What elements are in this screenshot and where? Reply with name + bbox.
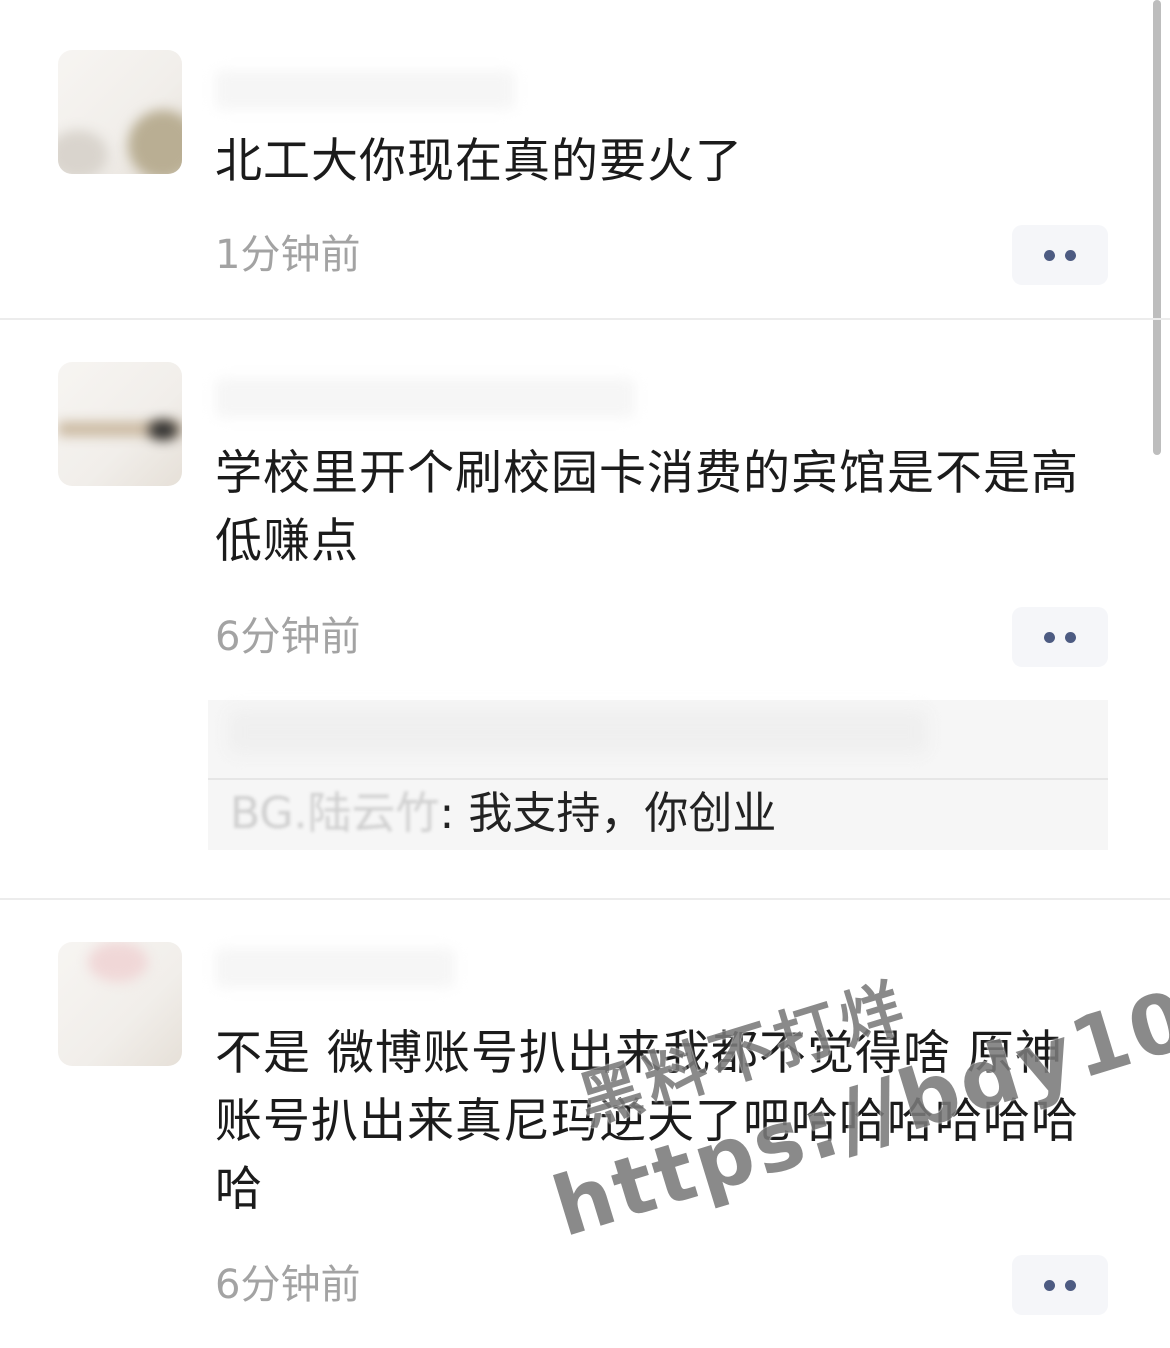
more-dots-icon [1044, 1279, 1055, 1291]
more-dots-icon [1065, 249, 1076, 261]
reply-box[interactable]: BG.陆云竹: 我支持，你创业 [208, 700, 1108, 850]
more-dots-icon [1044, 249, 1055, 261]
username-blurred[interactable] [215, 378, 635, 418]
reply-blurred-text [228, 710, 928, 754]
comment-time: 1分钟前 [215, 232, 361, 278]
more-button[interactable] [1012, 607, 1108, 667]
more-dots-icon [1044, 631, 1055, 643]
comment-time: 6分钟前 [215, 614, 361, 660]
comment-item: 北工大你现在真的要火了 1分钟前 [0, 0, 1170, 318]
avatar[interactable] [58, 942, 182, 1066]
reply-line: BG.陆云竹: 我支持，你创业 [230, 786, 776, 842]
comment-time: 6分钟前 [215, 1262, 361, 1308]
comment-text: 学校里开个刷校园卡消费的宾馆是不是高低赚点 [215, 446, 1079, 569]
comment-text: 北工大你现在真的要火了 [215, 134, 743, 189]
reply-divider [208, 778, 1108, 780]
reply-author[interactable]: BG.陆云竹 [230, 788, 440, 839]
more-dots-icon [1065, 1279, 1076, 1291]
username-blurred[interactable] [215, 70, 515, 110]
reply-text: 我支持，你创业 [468, 788, 777, 839]
avatar[interactable] [58, 50, 182, 174]
comment-item: 不是 微博账号扒出来我都不觉得啥 原神账号扒出来真尼玛逆天了吧哈哈哈哈哈哈哈 6… [0, 900, 1170, 1348]
more-button[interactable] [1012, 225, 1108, 285]
username-blurred[interactable] [215, 948, 455, 988]
reply-separator: : [439, 788, 455, 839]
comment-item: 学校里开个刷校园卡消费的宾馆是不是高低赚点 6分钟前 BG.陆云竹: 我支持，你… [0, 320, 1170, 898]
more-button[interactable] [1012, 1255, 1108, 1315]
avatar[interactable] [58, 362, 182, 486]
more-dots-icon [1065, 631, 1076, 643]
comment-text: 不是 微博账号扒出来我都不觉得啥 原神账号扒出来真尼玛逆天了吧哈哈哈哈哈哈哈 [215, 1026, 1079, 1217]
